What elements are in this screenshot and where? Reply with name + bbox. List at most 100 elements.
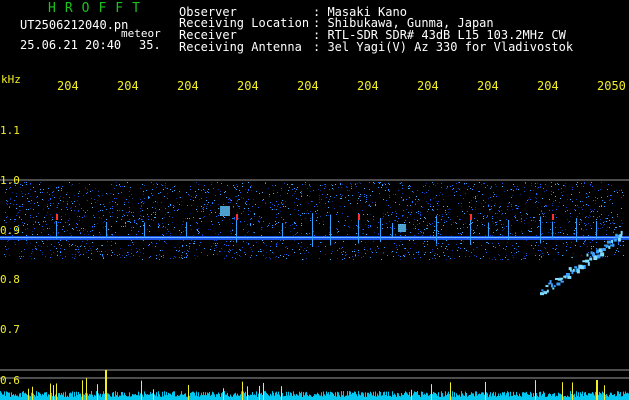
noise-level-bar xyxy=(561,394,562,400)
noise-level-bar xyxy=(267,393,268,400)
noise-level-bar xyxy=(289,395,290,400)
noise-level-bar xyxy=(515,395,516,400)
noise-level-bar xyxy=(485,381,486,400)
noise-level-bar xyxy=(431,384,432,400)
noise-level-bar xyxy=(314,394,315,400)
noise-level-bar xyxy=(200,395,201,400)
noise-level-bar xyxy=(48,394,49,400)
noise-level-bar xyxy=(87,393,88,400)
x-tick-label: 204 xyxy=(237,79,259,93)
noise-level-bar xyxy=(275,392,276,400)
noise-level-bar xyxy=(134,394,135,400)
noise-level-bar xyxy=(610,392,611,400)
noise-level-bar xyxy=(556,395,557,400)
noise-level-bar xyxy=(375,391,376,400)
noise-level-bar xyxy=(395,394,396,400)
noise-level-bar xyxy=(335,392,336,400)
head-echo xyxy=(561,280,564,283)
noise-level-bar xyxy=(197,396,198,400)
noise-level-bar xyxy=(479,393,480,400)
noise-level-bar xyxy=(611,392,612,400)
noise-level-bar xyxy=(240,394,241,400)
head-echo xyxy=(587,261,590,266)
noise-level-bar xyxy=(623,391,624,400)
noise-level-bar xyxy=(79,393,80,400)
noise-level-bar xyxy=(367,392,368,400)
noise-level-bar xyxy=(0,391,1,400)
noise-level-bar xyxy=(390,395,391,400)
noise-level-bar xyxy=(94,394,95,400)
y-tick-label: 0.9 xyxy=(0,224,20,237)
echo-streak xyxy=(56,221,57,239)
noise-level-bar xyxy=(437,395,438,400)
noise-level-bar xyxy=(352,392,353,400)
noise-level-bar xyxy=(413,393,414,400)
noise-level-bar xyxy=(152,393,153,400)
noise-level-bar xyxy=(38,391,39,400)
noise-level-bar xyxy=(334,395,335,400)
noise-level-bar xyxy=(176,396,177,400)
noise-level-bar xyxy=(162,391,163,400)
noise-level-bar xyxy=(209,391,210,400)
noise-level-bar xyxy=(182,394,183,400)
noise-level-bar xyxy=(325,395,326,400)
noise-level-bar xyxy=(323,391,324,400)
noise-level-bar xyxy=(524,392,525,400)
noise-level-bar xyxy=(549,393,550,400)
noise-level-bar xyxy=(102,394,103,400)
noise-level-bar xyxy=(376,396,377,400)
noise-spike xyxy=(596,380,598,400)
noise-level-bar xyxy=(570,391,571,400)
noise-level-bar xyxy=(140,393,141,400)
noise-level-bar xyxy=(627,392,628,400)
noise-level-bar xyxy=(54,396,55,400)
noise-level-bar xyxy=(127,396,128,400)
noise-level-bar xyxy=(217,394,218,400)
noise-level-bar xyxy=(513,391,514,400)
noise-level-bar xyxy=(353,392,354,400)
noise-level-bar xyxy=(480,394,481,400)
noise-level-bar xyxy=(423,394,424,400)
noise-level-bar xyxy=(174,391,175,400)
noise-level-bar xyxy=(473,393,474,400)
noise-level-bar xyxy=(112,392,113,400)
noise-level-bar xyxy=(593,393,594,400)
noise-level-bar xyxy=(355,391,356,400)
noise-level-bar xyxy=(586,394,587,400)
noise-level-bar xyxy=(244,393,245,400)
noise-level-bar xyxy=(128,396,129,400)
noise-level-bar xyxy=(53,385,54,400)
noise-level-bar xyxy=(612,395,613,400)
noise-level-bar xyxy=(363,393,364,400)
noise-level-bar xyxy=(90,394,91,400)
noise-level-bar xyxy=(384,391,385,400)
noise-level-bar xyxy=(114,396,115,400)
noise-level-bar xyxy=(574,393,575,400)
noise-level-bar xyxy=(341,391,342,400)
noise-level-bar xyxy=(342,395,343,400)
noise-level-bar xyxy=(514,394,515,400)
noise-level-bar xyxy=(625,391,626,400)
noise-level-bar xyxy=(117,392,118,400)
noise-level-bar xyxy=(512,395,513,400)
noise-level-bar xyxy=(189,395,190,400)
noise-level-bar xyxy=(245,391,246,400)
head-echo xyxy=(605,244,609,248)
noise-level-bar xyxy=(255,395,256,400)
noise-level-bar xyxy=(448,391,449,400)
noise-level-bar xyxy=(493,391,494,400)
noise-level-bar xyxy=(67,395,68,400)
noise-level-bar xyxy=(519,393,520,400)
noise-level-bar xyxy=(588,393,589,400)
head-echo xyxy=(567,275,572,279)
noise-level-bar xyxy=(181,391,182,400)
noise-level-bar xyxy=(233,394,234,400)
y-tick-label: 0.8 xyxy=(0,273,20,286)
noise-level-bar xyxy=(372,395,373,400)
noise-level-bar xyxy=(559,393,560,400)
noise-level-bar xyxy=(260,393,261,400)
noise-level-bar xyxy=(170,393,171,400)
noise-level-bar xyxy=(449,394,450,400)
noise-level-bar xyxy=(442,393,443,400)
echo-peak xyxy=(358,214,360,220)
